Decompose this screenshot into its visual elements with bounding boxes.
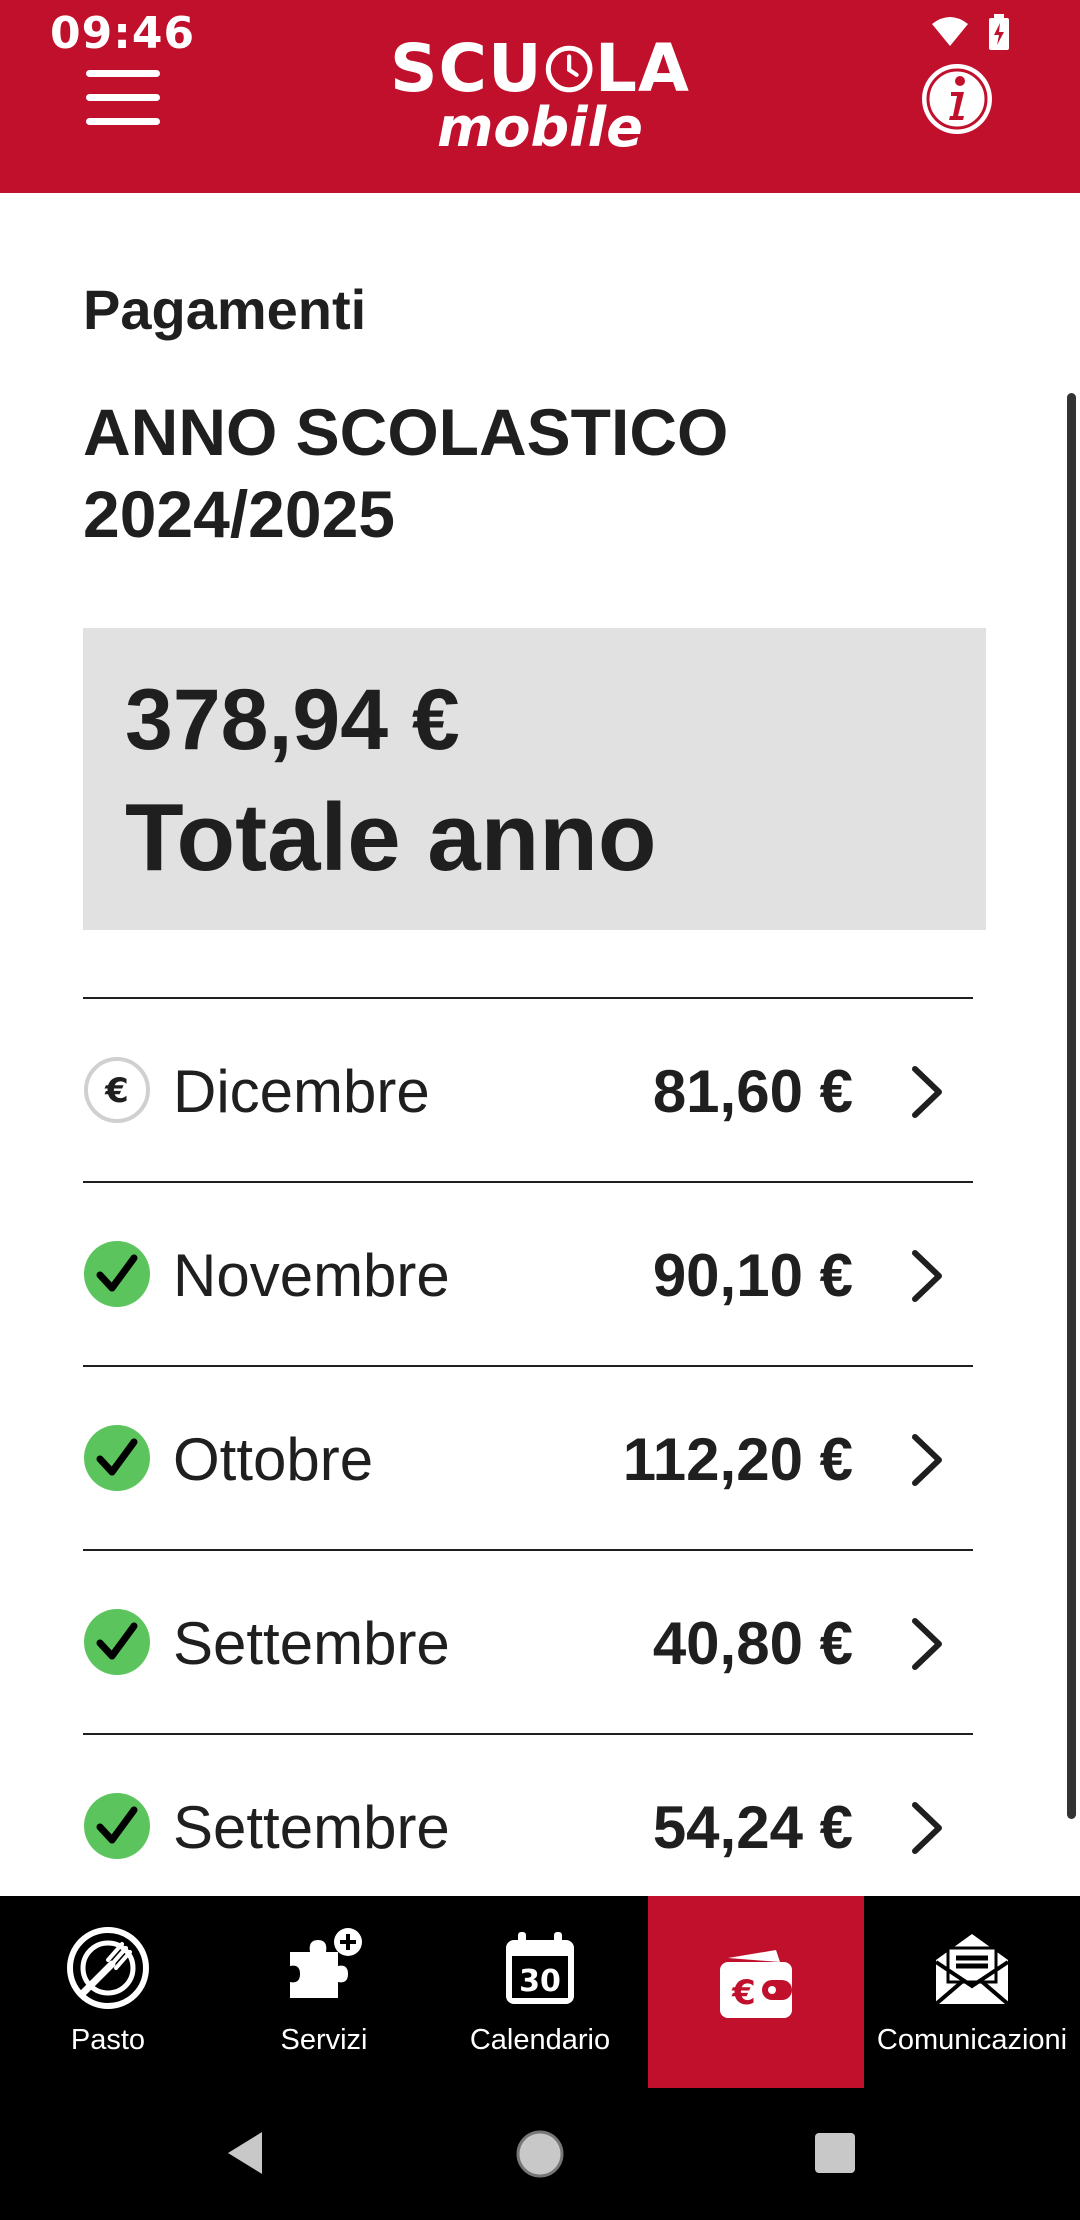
nav-comunicazioni[interactable]: Comunicazioni xyxy=(864,1896,1080,2088)
services-icon xyxy=(290,1928,362,1998)
nav-pasto[interactable]: Pasto xyxy=(0,1896,216,2088)
svg-text:€: € xyxy=(104,1071,129,1111)
payment-row-settembre[interactable]: Settembre 40,80 € xyxy=(83,1549,973,1733)
nav-label: Servizi xyxy=(280,2024,368,2056)
nav-label: Pasto xyxy=(70,2024,146,2056)
payment-amount: 81,60 € xyxy=(652,1058,853,1125)
payment-month: Novembre xyxy=(173,1242,450,1309)
euro-pending-icon: € xyxy=(84,1057,150,1123)
menu-icon xyxy=(86,70,160,77)
check-paid-icon xyxy=(84,1609,150,1675)
total-label: Totale anno xyxy=(125,784,657,891)
check-paid-icon xyxy=(84,1241,150,1307)
payment-row-dicembre[interactable]: € Dicembre 81,60 € xyxy=(83,997,973,1181)
payment-month: Settembre xyxy=(173,1794,450,1861)
nav-pagamenti[interactable]: € xyxy=(648,1896,864,2088)
payment-row-novembre[interactable]: Novembre 90,10 € xyxy=(83,1181,973,1365)
nav-calendario[interactable]: 30 Calendario xyxy=(432,1896,648,2088)
check-paid-icon xyxy=(84,1793,150,1859)
payment-amount: 90,10 € xyxy=(652,1242,853,1309)
clock-icon xyxy=(545,45,593,93)
scrollbar[interactable] xyxy=(1067,393,1076,1819)
logo-text-left: SCU xyxy=(390,30,543,107)
payment-amount: 54,24 € xyxy=(652,1794,853,1861)
logo-text-right: LA xyxy=(594,30,690,107)
chevron-right-icon xyxy=(912,1250,942,1302)
payment-amount: 40,80 € xyxy=(652,1610,853,1677)
chevron-right-icon xyxy=(912,1802,942,1854)
payment-month: Ottobre xyxy=(173,1426,374,1493)
status-time: 09:46 xyxy=(50,8,196,59)
payments-list: € Dicembre 81,60 € Novembre 90,10 € Otto… xyxy=(83,997,973,1917)
chevron-right-icon xyxy=(912,1066,942,1118)
nav-label: Comunicazioni xyxy=(876,2024,1068,2056)
nav-servizi[interactable]: Servizi xyxy=(216,1896,432,2088)
bottom-navigation: Pasto Servizi 30 Calendario € Comunicazi… xyxy=(0,1896,1080,2088)
status-icons xyxy=(930,14,1010,50)
meal-icon xyxy=(67,1927,149,2009)
payment-month: Settembre xyxy=(173,1610,450,1677)
app-header: 09:46 SCU LA mobile xyxy=(0,0,1080,193)
menu-button[interactable] xyxy=(86,70,160,126)
chevron-right-icon xyxy=(912,1618,942,1670)
calendar-icon: 30 xyxy=(506,1932,574,2004)
mail-icon xyxy=(934,1934,1010,2006)
payment-amount: 112,20 € xyxy=(622,1426,853,1493)
school-year-title: ANNO SCOLASTICO 2024/2025 xyxy=(83,395,729,551)
svg-text:€: € xyxy=(731,1973,756,2013)
back-icon[interactable] xyxy=(222,2128,266,2178)
home-icon[interactable] xyxy=(514,2128,566,2180)
check-paid-icon xyxy=(84,1425,150,1491)
wallet-euro-icon: € xyxy=(720,1950,792,2018)
payment-row-settembre-2[interactable]: Settembre 54,24 € xyxy=(83,1733,973,1917)
app-logo: SCU LA mobile xyxy=(390,36,690,156)
total-amount: 378,94 € xyxy=(125,672,460,768)
recents-icon[interactable] xyxy=(812,2130,858,2176)
system-navigation-bar xyxy=(0,2088,1080,2220)
year-total-card: 378,94 € Totale anno xyxy=(83,628,986,930)
payment-row-ottobre[interactable]: Ottobre 112,20 € xyxy=(83,1365,973,1549)
battery-icon xyxy=(989,14,1009,50)
payment-month: Dicembre xyxy=(173,1058,430,1125)
nav-label: Calendario xyxy=(469,2024,611,2056)
section-title: Pagamenti xyxy=(83,278,367,341)
info-button[interactable] xyxy=(918,60,996,138)
logo-subtitle: mobile xyxy=(437,96,643,159)
wifi-icon xyxy=(932,17,968,46)
calendar-day: 30 xyxy=(519,1964,561,1999)
chevron-right-icon xyxy=(912,1434,942,1486)
